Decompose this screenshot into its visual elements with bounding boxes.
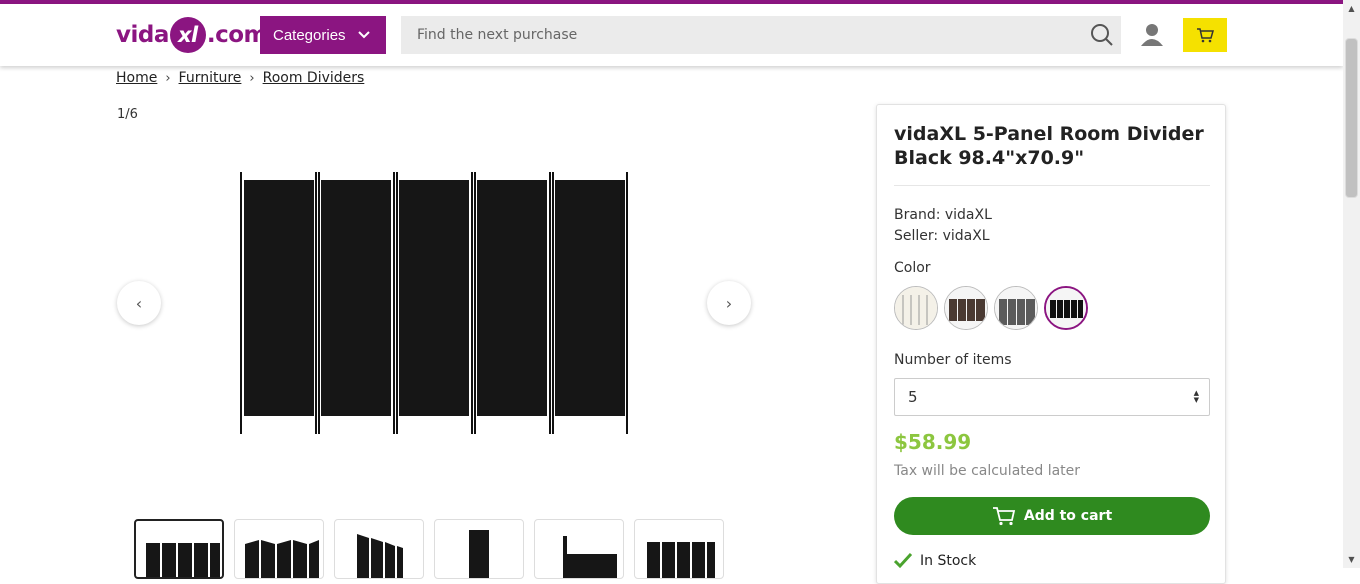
cart-button[interactable] (1183, 18, 1227, 52)
search-bar (401, 16, 1121, 54)
product-info-panel: vidaXL 5-Panel Room Divider Black 98.4"x… (876, 104, 1226, 584)
divider (894, 185, 1210, 186)
breadcrumb-furniture[interactable]: Furniture (179, 70, 242, 86)
gallery-prev-button[interactable]: ‹ (117, 281, 161, 325)
thumbnail-6[interactable] (634, 519, 724, 579)
color-swatch-anthracite[interactable] (994, 286, 1038, 330)
stock-label: In Stock (920, 553, 977, 569)
gallery-next-button[interactable]: › (707, 281, 751, 325)
stock-status: In Stock (894, 553, 976, 569)
scroll-down-arrow[interactable]: ▼ (1343, 551, 1360, 568)
cart-icon (992, 507, 1015, 526)
scrollbar-thumb[interactable] (1345, 38, 1358, 198)
categories-label: Categories (273, 26, 346, 44)
color-label: Color (894, 260, 931, 276)
breadcrumb-room-dividers[interactable]: Room Dividers (263, 70, 365, 86)
tax-note: Tax will be calculated later (894, 463, 1081, 479)
product-image[interactable] (232, 166, 636, 442)
quantity-value: 5 (908, 388, 918, 406)
logo-text-com: .com (206, 22, 268, 48)
logo-text-xl: xl (169, 17, 206, 53)
product-price: $58.99 (894, 430, 972, 454)
thumbnail-5[interactable] (534, 519, 624, 579)
site-header: vida xl .com Categories (0, 4, 1343, 66)
thumbnail-4[interactable] (434, 519, 524, 579)
seller-line: Seller: vidaXL (894, 228, 990, 244)
cart-icon (1197, 28, 1214, 43)
thumbnail-strip (134, 519, 724, 579)
account-button[interactable] (1139, 22, 1165, 48)
scroll-up-arrow[interactable]: ▲ (1343, 0, 1360, 17)
breadcrumb: Home › Furniture › Room Dividers (116, 70, 364, 86)
thumbnail-2[interactable] (234, 519, 324, 579)
quantity-label: Number of items (894, 352, 1012, 368)
quantity-select[interactable]: 5 ▲ ▼ (894, 378, 1210, 416)
color-swatch-black[interactable] (1044, 286, 1088, 330)
color-swatch-brown[interactable] (944, 286, 988, 330)
breadcrumb-home[interactable]: Home (116, 70, 157, 86)
search-icon (1091, 24, 1113, 46)
user-icon (1141, 24, 1163, 46)
search-input[interactable] (401, 16, 1083, 54)
chevron-down-icon (357, 31, 370, 39)
select-arrows-icon: ▲ ▼ (1193, 389, 1199, 404)
color-swatches (894, 286, 1088, 330)
thumbnail-1[interactable] (134, 519, 224, 579)
color-swatch-cream[interactable] (894, 286, 938, 330)
chevron-left-icon: ‹ (135, 293, 143, 313)
brand-seller-info: Brand: vidaXL Seller: vidaXL (894, 205, 992, 247)
add-to-cart-label: Add to cart (1023, 508, 1113, 524)
brand-line: Brand: vidaXL (894, 207, 992, 223)
page-scrollbar[interactable]: ▲ ▼ (1343, 0, 1360, 568)
checkmark-icon (894, 553, 912, 569)
logo-text-vida: vida (116, 22, 169, 48)
thumbnail-3[interactable] (334, 519, 424, 579)
vidaxl-logo[interactable]: vida xl .com (116, 16, 268, 54)
add-to-cart-button[interactable]: Add to cart (894, 497, 1210, 535)
image-counter: 1/6 (117, 107, 138, 122)
categories-button[interactable]: Categories (260, 16, 386, 54)
breadcrumb-separator: › (249, 70, 255, 86)
search-button[interactable] (1083, 16, 1121, 54)
chevron-right-icon: › (725, 293, 733, 313)
breadcrumb-separator: › (165, 70, 171, 86)
product-title: vidaXL 5-Panel Room Divider Black 98.4"x… (894, 123, 1204, 169)
